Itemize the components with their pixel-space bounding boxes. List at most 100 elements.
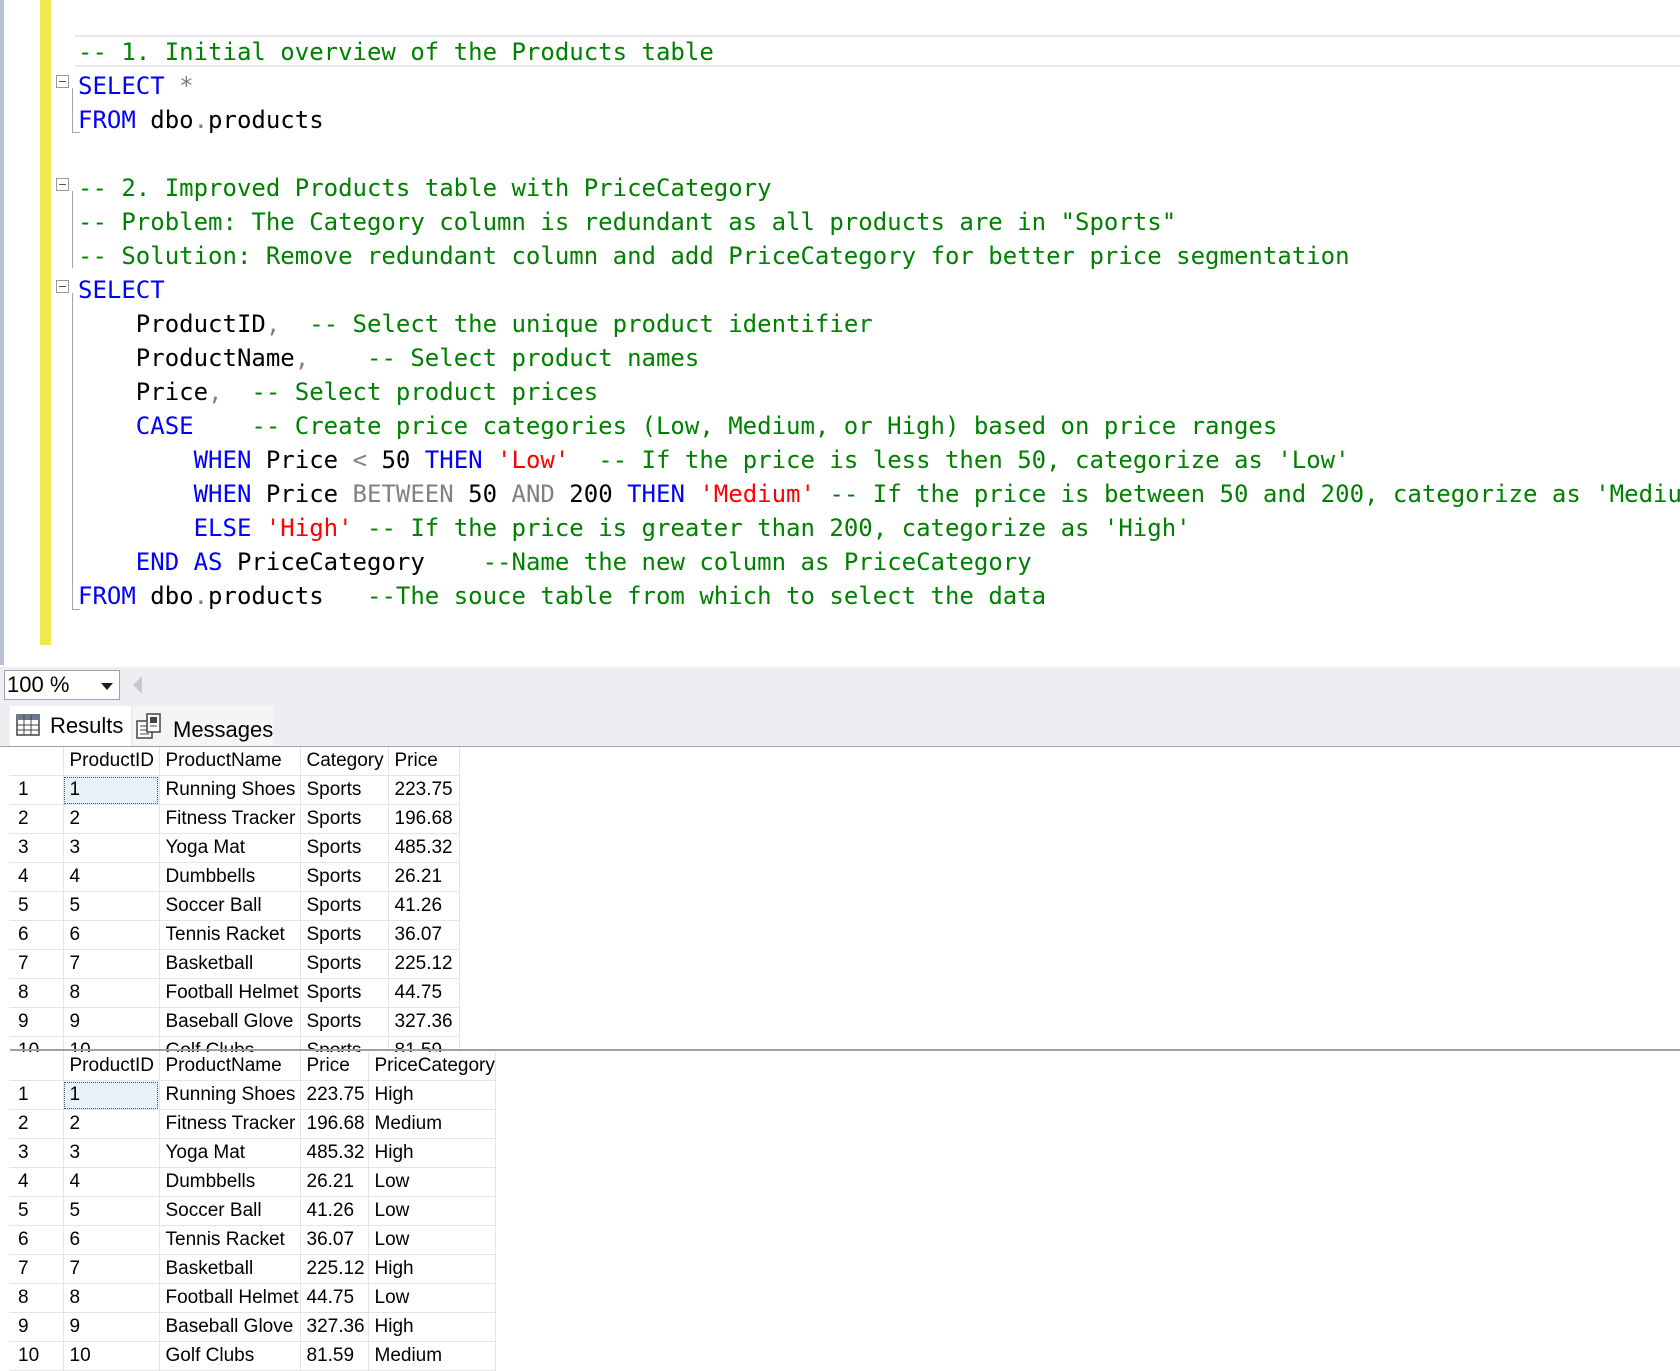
table-cell[interactable]: Baseball Glove — [159, 1007, 301, 1037]
table-cell[interactable]: 4 — [63, 1167, 160, 1197]
table-cell[interactable]: 4 — [63, 862, 160, 892]
table-row[interactable]: 3 3 Yoga Mat 485.32 High — [10, 1138, 496, 1168]
code-line[interactable]: CASE -- Create price categories (Low, Me… — [78, 409, 1278, 443]
row-number[interactable]: 8 — [10, 1283, 64, 1313]
row-number[interactable]: 5 — [10, 1196, 64, 1226]
table-cell[interactable]: Football Helmet — [159, 978, 301, 1008]
table-row[interactable]: 7 7 Basketball Sports 225.12 — [10, 949, 460, 979]
column-header[interactable]: ProductID — [63, 747, 160, 776]
code-line[interactable]: FROM dbo.products — [78, 103, 324, 137]
collapse-icon[interactable] — [56, 280, 69, 293]
table-cell[interactable]: High — [368, 1312, 496, 1342]
table-row[interactable]: 7 7 Basketball 225.12 High — [10, 1254, 496, 1284]
tab-messages[interactable]: Messages — [133, 706, 273, 746]
row-number[interactable]: 2 — [10, 804, 64, 834]
table-cell[interactable]: Sports — [300, 833, 389, 863]
table-row[interactable]: 1 1 Running Shoes 223.75 High — [10, 1080, 496, 1110]
table-cell[interactable]: Low — [368, 1167, 496, 1197]
table-cell[interactable]: 225.12 — [388, 949, 460, 979]
table-cell[interactable]: 9 — [63, 1007, 160, 1037]
table-cell[interactable]: 327.36 — [300, 1312, 369, 1342]
code-line[interactable]: ELSE 'High' -- If the price is greater t… — [78, 511, 1191, 545]
table-row[interactable]: 9 9 Baseball Glove Sports 327.36 — [10, 1007, 460, 1037]
row-number[interactable]: 7 — [10, 1254, 64, 1284]
table-cell[interactable]: Football Helmet — [159, 1283, 301, 1313]
grid-divider[interactable] — [10, 1049, 1680, 1051]
table-cell[interactable]: Soccer Ball — [159, 1196, 301, 1226]
table-cell[interactable]: 8 — [63, 1283, 160, 1313]
code-line[interactable]: -- Problem: The Category column is redun… — [78, 205, 1176, 239]
column-header[interactable]: ProductName — [159, 1052, 301, 1081]
code-line[interactable]: END AS PriceCategory --Name the new colu… — [78, 545, 1032, 579]
code-line[interactable]: -- Solution: Remove redundant column and… — [78, 239, 1350, 273]
table-cell[interactable]: Tennis Racket — [159, 1225, 301, 1255]
table-cell[interactable]: 44.75 — [300, 1283, 369, 1313]
table-cell[interactable]: Sports — [300, 1007, 389, 1037]
row-number[interactable]: 4 — [10, 1167, 64, 1197]
table-cell[interactable]: 5 — [63, 891, 160, 921]
column-header[interactable]: PriceCategory — [368, 1052, 496, 1081]
code-line[interactable]: ProductName, -- Select product names — [78, 341, 700, 375]
table-cell[interactable]: Low — [368, 1196, 496, 1226]
table-cell[interactable]: 223.75 — [388, 775, 460, 805]
table-cell[interactable]: Basketball — [159, 1254, 301, 1284]
table-cell[interactable]: Running Shoes — [159, 1080, 301, 1110]
table-cell[interactable]: 8 — [63, 978, 160, 1008]
table-row[interactable]: 9 9 Baseball Glove 327.36 High — [10, 1312, 496, 1342]
table-row[interactable]: 6 6 Tennis Racket Sports 36.07 — [10, 920, 460, 950]
table-cell[interactable]: 36.07 — [388, 920, 460, 950]
row-number[interactable]: 2 — [10, 1109, 64, 1139]
table-cell[interactable]: 223.75 — [300, 1080, 369, 1110]
table-cell[interactable]: 485.32 — [300, 1138, 369, 1168]
table-cell[interactable]: Running Shoes — [159, 775, 301, 805]
row-number-header[interactable] — [10, 747, 64, 776]
code-line[interactable]: -- 1. Initial overview of the Products t… — [78, 35, 714, 69]
column-header[interactable]: ProductName — [159, 747, 301, 776]
table-cell[interactable]: 26.21 — [388, 862, 460, 892]
column-header[interactable]: Price — [300, 1052, 369, 1081]
collapse-icon[interactable] — [56, 178, 69, 191]
code-line[interactable]: WHEN Price BETWEEN 50 AND 200 THEN 'Medi… — [78, 477, 1680, 511]
table-cell[interactable]: 41.26 — [300, 1196, 369, 1226]
table-cell[interactable]: 6 — [63, 920, 160, 950]
table-cell[interactable]: Medium — [368, 1109, 496, 1139]
table-cell[interactable]: Low — [368, 1225, 496, 1255]
table-cell[interactable]: Sports — [300, 804, 389, 834]
table-cell[interactable]: High — [368, 1254, 496, 1284]
results-grid-1[interactable]: ProductID ProductName Category Price 1 1 Runn… — [10, 747, 460, 1066]
column-header[interactable]: ProductID — [63, 1052, 160, 1081]
row-number[interactable]: 3 — [10, 1138, 64, 1168]
code-line[interactable]: ProductID, -- Select the unique product … — [78, 307, 873, 341]
table-cell[interactable]: 41.26 — [388, 891, 460, 921]
table-cell[interactable]: Sports — [300, 978, 389, 1008]
table-cell[interactable]: Low — [368, 1283, 496, 1313]
table-cell[interactable]: High — [368, 1138, 496, 1168]
table-cell[interactable]: Yoga Mat — [159, 833, 301, 863]
table-row[interactable]: 5 5 Soccer Ball Sports 41.26 — [10, 891, 460, 921]
table-cell[interactable]: 5 — [63, 1196, 160, 1226]
row-number[interactable]: 6 — [10, 920, 64, 950]
code-line[interactable]: FROM dbo.products --The souce table from… — [78, 579, 1046, 613]
table-cell[interactable]: 196.68 — [300, 1109, 369, 1139]
table-cell[interactable]: Sports — [300, 862, 389, 892]
row-number[interactable]: 8 — [10, 978, 64, 1008]
row-number[interactable]: 6 — [10, 1225, 64, 1255]
row-number[interactable]: 10 — [10, 1341, 64, 1371]
table-cell[interactable]: 327.36 — [388, 1007, 460, 1037]
table-row[interactable]: 4 4 Dumbbells Sports 26.21 — [10, 862, 460, 892]
row-number[interactable]: 1 — [10, 775, 64, 805]
table-cell[interactable]: Sports — [300, 775, 389, 805]
tab-results[interactable]: Results — [10, 706, 131, 746]
row-number[interactable]: 9 — [10, 1312, 64, 1342]
table-cell[interactable]: Basketball — [159, 949, 301, 979]
table-cell[interactable]: Medium — [368, 1341, 496, 1371]
code-line[interactable]: Price, -- Select product prices — [78, 375, 598, 409]
row-number[interactable]: 1 — [10, 1080, 64, 1110]
table-cell[interactable]: 10 — [63, 1341, 160, 1371]
row-number[interactable]: 9 — [10, 1007, 64, 1037]
table-row[interactable]: 3 3 Yoga Mat Sports 485.32 — [10, 833, 460, 863]
table-cell[interactable]: 225.12 — [300, 1254, 369, 1284]
table-cell[interactable]: 6 — [63, 1225, 160, 1255]
table-cell[interactable]: 81.59 — [300, 1341, 369, 1371]
table-cell[interactable]: Tennis Racket — [159, 920, 301, 950]
